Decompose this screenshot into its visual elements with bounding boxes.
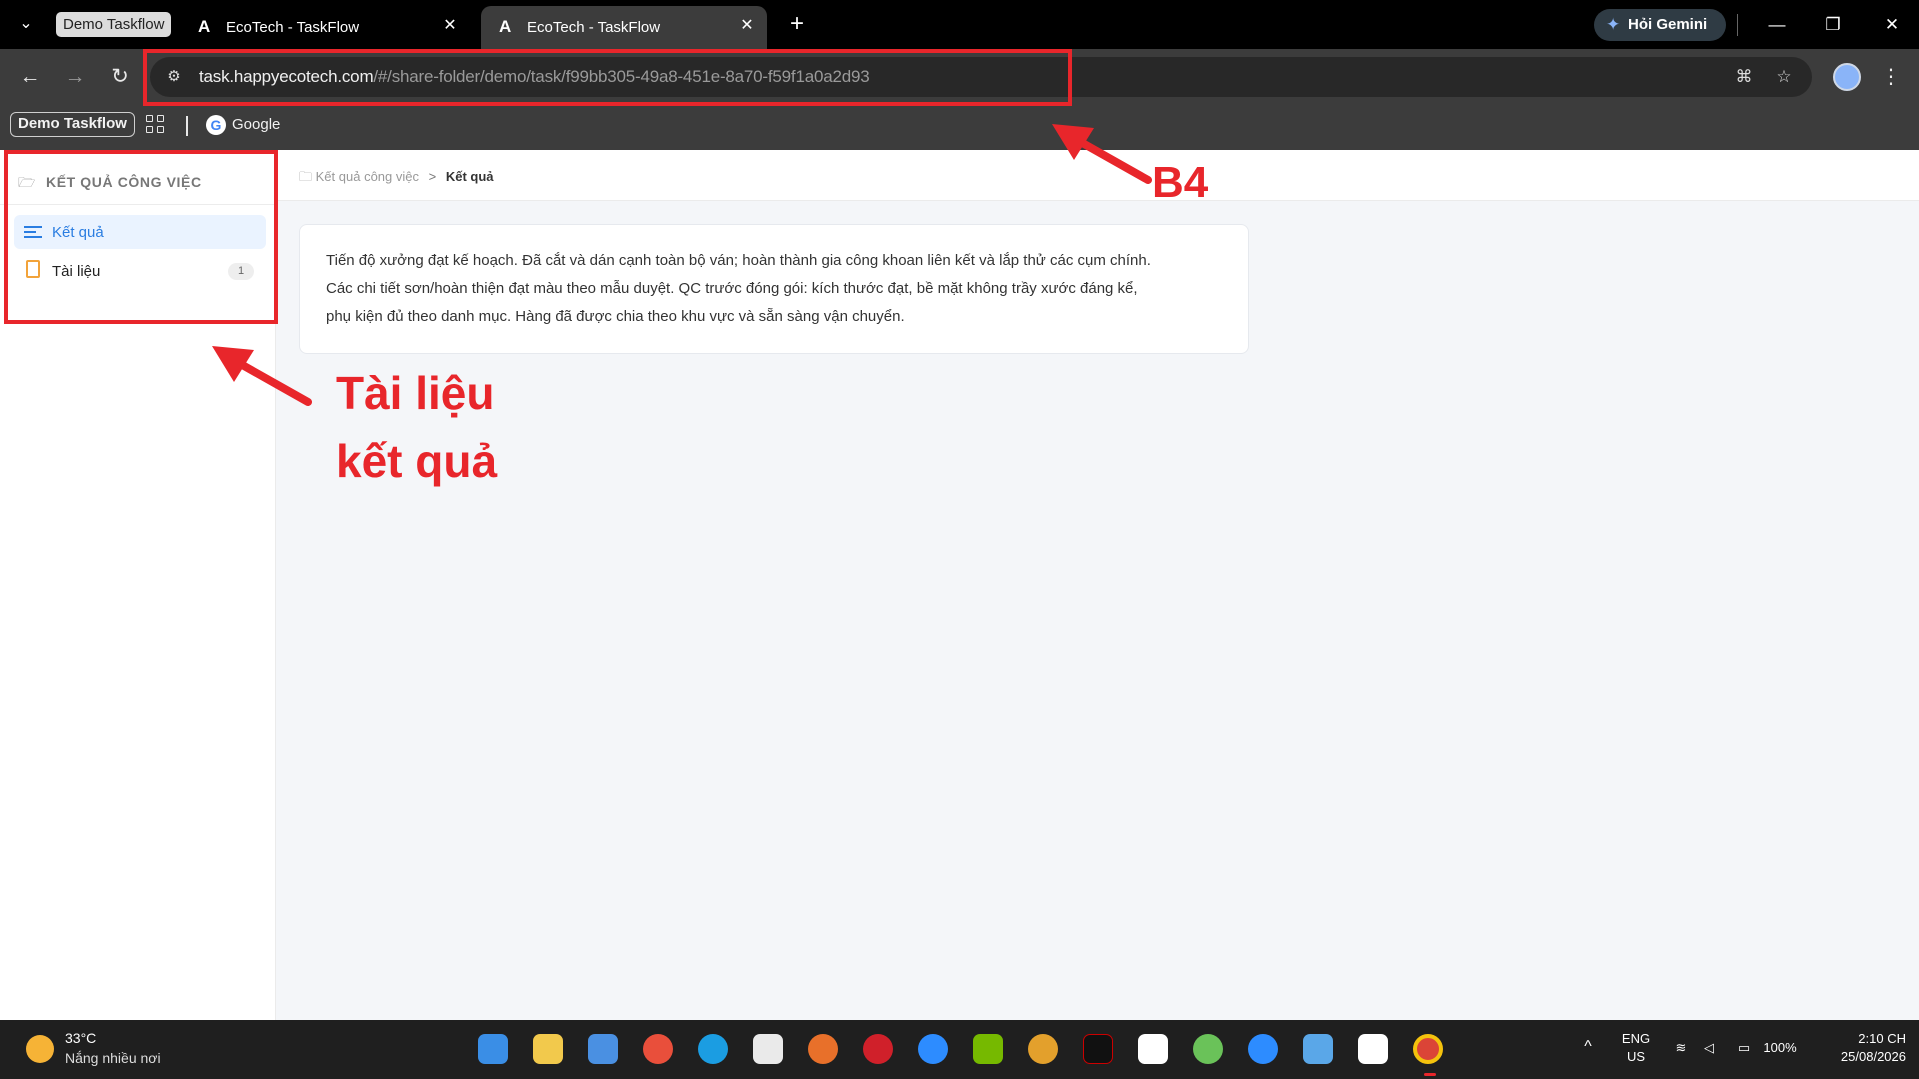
note-line-1: Tiến độ xưởng đạt kế hoạch. Đã cắt và dá… [326, 252, 1151, 269]
start-windows-icon[interactable] [478, 1034, 508, 1064]
battery-icon[interactable]: ▭ [1730, 1039, 1758, 1057]
bookmark-google-label: Google [232, 116, 281, 133]
breadcrumb: 🗀 Kết quả công việc > Kết quả [299, 168, 494, 190]
breadcrumb-current: Kết quả [445, 169, 494, 184]
capcut-icon[interactable] [1138, 1034, 1168, 1064]
profile-avatar[interactable] [1833, 63, 1861, 91]
annotation-label-b4: B4 [1152, 158, 1209, 207]
gemini-spark-icon: ✦ [1606, 15, 1621, 34]
restore-icon[interactable]: ❐ [1818, 10, 1848, 40]
google-logo-icon: G [206, 115, 226, 135]
tab-title: EcoTech - TaskFlow [226, 19, 360, 36]
annotation-arrow-b4 [1052, 124, 1152, 184]
zalo-icon[interactable] [918, 1034, 948, 1064]
chrome-icon[interactable] [1413, 1034, 1443, 1064]
language-bottom: US [1626, 1049, 1646, 1064]
back-arrow-icon[interactable]: ← [16, 63, 44, 91]
tab-favicon-icon: A [198, 17, 211, 36]
divider [1737, 14, 1738, 36]
breadcrumb-parent[interactable]: Kết quả công việc [316, 169, 419, 184]
app-sunburst-icon[interactable] [808, 1034, 838, 1064]
annotation-box-url [143, 49, 1072, 106]
annotation-label-line-2: kết quả [336, 435, 498, 487]
result-note-card: Tiến độ xưởng đạt kế hoạch. Đã cắt và dá… [299, 224, 1249, 354]
nvidia-icon[interactable] [973, 1034, 1003, 1064]
wifi-icon[interactable]: ≋ [1670, 1039, 1692, 1057]
weather-temperature[interactable]: 33°C [65, 1030, 96, 1046]
zoom-icon[interactable] [1248, 1034, 1278, 1064]
teamviewer-icon[interactable] [1358, 1034, 1388, 1064]
annotation-label-line-1: Tài liệu [336, 367, 495, 419]
tab-search-chevron-icon[interactable]: ⌄ [14, 12, 38, 36]
active-app-indicator [1424, 1073, 1436, 1076]
tab-close-icon[interactable]: ✕ [737, 16, 757, 36]
forward-arrow-icon[interactable]: → [61, 63, 89, 91]
bookmark-demo-taskflow[interactable]: Demo Taskflow [10, 112, 135, 137]
translate-icon[interactable]: ⌘ [1733, 66, 1755, 88]
bookmark-star-icon[interactable]: ☆ [1773, 66, 1795, 88]
note-line-3: phụ kiện đủ theo danh mục. Hàng đã được … [326, 308, 905, 325]
app-icon[interactable] [753, 1034, 783, 1064]
tab-group-chip[interactable]: Demo Taskflow [56, 12, 172, 37]
close-window-icon[interactable]: ✕ [1877, 10, 1907, 40]
apps-grid-icon[interactable] [146, 115, 166, 135]
tab-ecotech-2-active[interactable]: A EcoTech - TaskFlow ✕ [481, 6, 767, 49]
annotation-arrow-documents [212, 346, 312, 406]
tab-ecotech-1[interactable]: A EcoTech - TaskFlow ✕ [180, 6, 470, 49]
app-red-icon[interactable] [863, 1034, 893, 1064]
language-indicator[interactable]: ENG US [1618, 1030, 1654, 1066]
folder-icon: 🗀 [299, 169, 313, 184]
ask-gemini-button[interactable]: ✦ Hỏi Gemini [1594, 9, 1726, 41]
battery-percent: 100% [1763, 1040, 1797, 1055]
weather-sun-icon[interactable] [26, 1035, 54, 1063]
chrome-green-icon[interactable] [1193, 1034, 1223, 1064]
new-tab-plus-icon[interactable]: + [784, 12, 810, 38]
weather-description[interactable]: Nắng nhiều nơi [65, 1050, 161, 1066]
tab-close-icon[interactable]: ✕ [440, 16, 460, 36]
chevron-right-icon: > [428, 169, 437, 184]
notepad-icon[interactable] [1303, 1034, 1333, 1064]
bookmark-divider [186, 116, 188, 136]
language-top: ENG [1621, 1031, 1651, 1046]
file-explorer-icon[interactable] [533, 1034, 563, 1064]
chevron-up-icon[interactable]: ^ [1576, 1038, 1600, 1056]
web-page: 🗁 KẾT QUẢ CÔNG VIỆC Kết quả Tài liệu 1 🗀… [0, 150, 1919, 1020]
clock-date: 25/08/2026 [1840, 1049, 1906, 1064]
app-orange-icon[interactable] [1028, 1034, 1058, 1064]
annotation-box-sidebar [4, 150, 278, 324]
edge-icon[interactable] [698, 1034, 728, 1064]
volume-icon[interactable]: ◁ [1698, 1039, 1720, 1057]
reload-icon[interactable]: ↻ [106, 63, 134, 91]
app-garena-icon[interactable] [1083, 1034, 1113, 1064]
ask-gemini-label: Hỏi Gemini [1628, 16, 1708, 33]
bookmark-google[interactable]: G Google [206, 115, 280, 135]
clock-time: 2:10 CH [1858, 1031, 1906, 1046]
chrome-profile-icon[interactable] [643, 1034, 673, 1064]
minimize-icon[interactable]: — [1762, 10, 1792, 40]
windows-taskbar: 33°C Nắng nhiều nơi ^ ENG US ≋ ◁ ▭ 100% … [0, 1020, 1919, 1079]
clock[interactable]: 2:10 CH 25/08/2026 [1814, 1030, 1906, 1066]
main-content: 🗀 Kết quả công việc > Kết quả Tiến độ xư… [277, 150, 1919, 1020]
tab-title: EcoTech - TaskFlow [527, 19, 661, 36]
tab-strip: ⌄ Demo Taskflow A EcoTech - TaskFlow ✕ A… [0, 0, 1919, 49]
tab-favicon-icon: A [499, 17, 512, 36]
note-line-2: Các chi tiết sơn/hoàn thiện đạt màu theo… [326, 280, 1138, 297]
ms-store-icon[interactable] [588, 1034, 618, 1064]
more-menu-icon[interactable]: ⋮ [1880, 63, 1902, 91]
bookmarks-bar: Demo Taskflow G Google [0, 105, 1919, 150]
